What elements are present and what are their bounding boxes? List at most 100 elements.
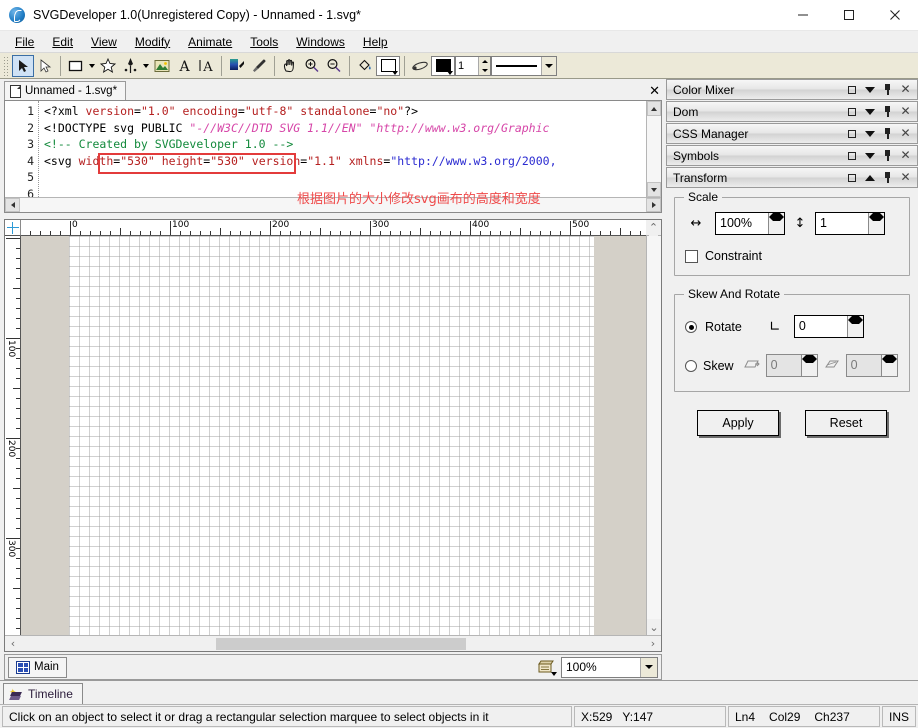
stroke-width-spinner[interactable] bbox=[478, 57, 490, 75]
rotate-angle-field[interactable]: 0 bbox=[794, 315, 864, 338]
zoom-level-dropdown[interactable]: 100% bbox=[561, 657, 658, 678]
stroke-width-down[interactable] bbox=[479, 66, 490, 75]
canvas-horizontal-scrollbar[interactable]: ‹ › bbox=[5, 635, 661, 651]
rotate-row[interactable]: Rotate ∟ 0 bbox=[685, 315, 899, 338]
scale-vertical-value[interactable]: 1 bbox=[816, 213, 868, 234]
line-style-dropdown[interactable] bbox=[491, 56, 557, 76]
rectangle-tool-dropdown[interactable] bbox=[87, 56, 97, 76]
panel-maximize-button[interactable] bbox=[846, 127, 857, 140]
canvas-vscroll-track[interactable] bbox=[647, 236, 661, 619]
maximize-button[interactable] bbox=[826, 0, 872, 31]
panel-collapse-button[interactable] bbox=[864, 105, 875, 118]
apply-button[interactable]: Apply bbox=[697, 410, 779, 436]
vertical-ruler[interactable]: 100200300400 bbox=[5, 236, 21, 635]
timeline-tab[interactable]: ✦ Timeline bbox=[3, 683, 83, 704]
panel-css-manager[interactable]: CSS Manager ✕ bbox=[666, 123, 918, 144]
menu-modify[interactable]: Modify bbox=[126, 33, 179, 51]
scale-vertical-spinner[interactable] bbox=[868, 213, 884, 234]
editor-scroll-track[interactable] bbox=[647, 116, 661, 182]
zoom-out-tool[interactable] bbox=[323, 55, 345, 77]
editor-scroll-right-button[interactable] bbox=[646, 198, 661, 212]
minimize-button[interactable] bbox=[780, 0, 826, 31]
skew-radio[interactable] bbox=[685, 360, 697, 372]
panel-close-icon[interactable]: ✕ bbox=[900, 171, 911, 184]
editor-scroll-down-button[interactable] bbox=[647, 182, 661, 197]
scale-horizontal-spinner[interactable] bbox=[768, 213, 784, 234]
panel-color-mixer[interactable]: Color Mixer ✕ bbox=[666, 79, 918, 100]
editor-code-text[interactable]: <?xml version="1.0" encoding="utf-8" sta… bbox=[39, 101, 646, 197]
editor-scroll-up-button[interactable] bbox=[647, 101, 661, 116]
horizontal-ruler[interactable]: 0100200300400500 bbox=[21, 220, 646, 236]
panel-maximize-button[interactable] bbox=[846, 171, 857, 184]
panel-symbols[interactable]: Symbols ✕ bbox=[666, 145, 918, 166]
canvas-scroll-down-icon[interactable]: ⌄ bbox=[647, 619, 661, 635]
canvas-scroll-right-icon[interactable]: › bbox=[645, 637, 661, 650]
rotate-angle-spinner[interactable] bbox=[847, 316, 863, 337]
pen-path-tool[interactable] bbox=[119, 55, 141, 77]
skew-vertical-field[interactable]: 0 bbox=[846, 354, 898, 377]
rotate-angle-value[interactable]: 0 bbox=[795, 316, 847, 337]
menu-animate[interactable]: Animate bbox=[179, 33, 241, 51]
panel-maximize-button[interactable] bbox=[846, 105, 857, 118]
scale-horizontal-value[interactable]: 100% bbox=[716, 213, 768, 234]
skew-h-down[interactable] bbox=[802, 359, 817, 363]
panel-maximize-button[interactable] bbox=[846, 83, 857, 96]
text-area-tool[interactable]: A bbox=[195, 55, 217, 77]
paint-bucket-tool[interactable] bbox=[354, 55, 376, 77]
menu-tools[interactable]: Tools bbox=[241, 33, 287, 51]
panel-maximize-button[interactable] bbox=[846, 149, 857, 162]
skew-horizontal-field[interactable]: 0 bbox=[766, 354, 818, 377]
skew-horizontal-spinner[interactable] bbox=[801, 355, 817, 376]
rotate-down[interactable] bbox=[848, 320, 863, 324]
panel-pin-icon[interactable] bbox=[882, 105, 893, 118]
image-tool[interactable] bbox=[151, 55, 173, 77]
canvas-hscroll-thumb[interactable] bbox=[216, 638, 466, 650]
panel-collapse-button[interactable] bbox=[864, 149, 875, 162]
subselect-tool[interactable] bbox=[34, 55, 56, 77]
menu-edit[interactable]: Edit bbox=[43, 33, 82, 51]
menu-windows[interactable]: Windows bbox=[287, 33, 354, 51]
canvas-vertical-scrollbar[interactable]: ⌄ bbox=[646, 236, 661, 635]
reset-button[interactable]: Reset bbox=[805, 410, 887, 436]
canvas-viewport[interactable] bbox=[21, 236, 646, 635]
zoom-in-tool[interactable] bbox=[301, 55, 323, 77]
canvas-scroll-left-icon[interactable]: ‹ bbox=[5, 637, 21, 650]
stroke-dropdown-arrow-icon[interactable] bbox=[447, 71, 453, 75]
text-tool[interactable]: A bbox=[173, 55, 195, 77]
rotate-radio[interactable] bbox=[685, 321, 697, 333]
scene-tab-main[interactable]: Main bbox=[8, 657, 67, 678]
scale-horizontal-field[interactable]: 100% bbox=[715, 212, 785, 235]
canvas-hscroll-track[interactable] bbox=[21, 637, 645, 651]
toolbar-grip[interactable] bbox=[3, 56, 9, 76]
scale-vertical-field[interactable]: 1 bbox=[815, 212, 885, 235]
panel-expand-button[interactable] bbox=[864, 171, 875, 184]
edit-scene-button[interactable] bbox=[535, 657, 557, 677]
stroke-width-stepper[interactable]: 1 bbox=[455, 56, 491, 76]
panel-collapse-button[interactable] bbox=[864, 83, 875, 96]
stroke-width-value[interactable]: 1 bbox=[456, 57, 478, 75]
select-arrow-tool[interactable] bbox=[12, 55, 34, 77]
menu-view[interactable]: View bbox=[82, 33, 126, 51]
skew-v-down[interactable] bbox=[882, 359, 897, 363]
scale-v-down[interactable] bbox=[869, 217, 884, 221]
pen-tool-dropdown[interactable] bbox=[141, 56, 151, 76]
constraint-row[interactable]: Constraint bbox=[685, 249, 899, 263]
line-style-chevron-down-icon[interactable] bbox=[541, 57, 556, 75]
star-polygon-tool[interactable] bbox=[97, 55, 119, 77]
svg-canvas-page[interactable] bbox=[69, 236, 594, 635]
skew-vertical-value[interactable]: 0 bbox=[847, 355, 881, 376]
hand-pan-tool[interactable] bbox=[279, 55, 301, 77]
panel-pin-icon[interactable] bbox=[882, 83, 893, 96]
fill-color-button[interactable] bbox=[376, 56, 400, 76]
stroke-width-up[interactable] bbox=[479, 57, 490, 66]
panel-close-icon[interactable]: ✕ bbox=[900, 83, 911, 96]
skew-row[interactable]: Skew 0 bbox=[685, 354, 899, 377]
ruler-corner-crosshair-icon[interactable] bbox=[5, 220, 21, 236]
document-tab[interactable]: Unnamed - 1.svg* bbox=[4, 81, 126, 100]
panel-close-icon[interactable]: ✕ bbox=[900, 127, 911, 140]
panel-transform[interactable]: Transform ✕ bbox=[666, 167, 918, 188]
stroke-pen-button[interactable] bbox=[409, 55, 431, 77]
panel-close-icon[interactable]: ✕ bbox=[900, 149, 911, 162]
gradient-tool[interactable] bbox=[226, 55, 248, 77]
document-tab-close-icon[interactable]: ✕ bbox=[649, 85, 660, 98]
